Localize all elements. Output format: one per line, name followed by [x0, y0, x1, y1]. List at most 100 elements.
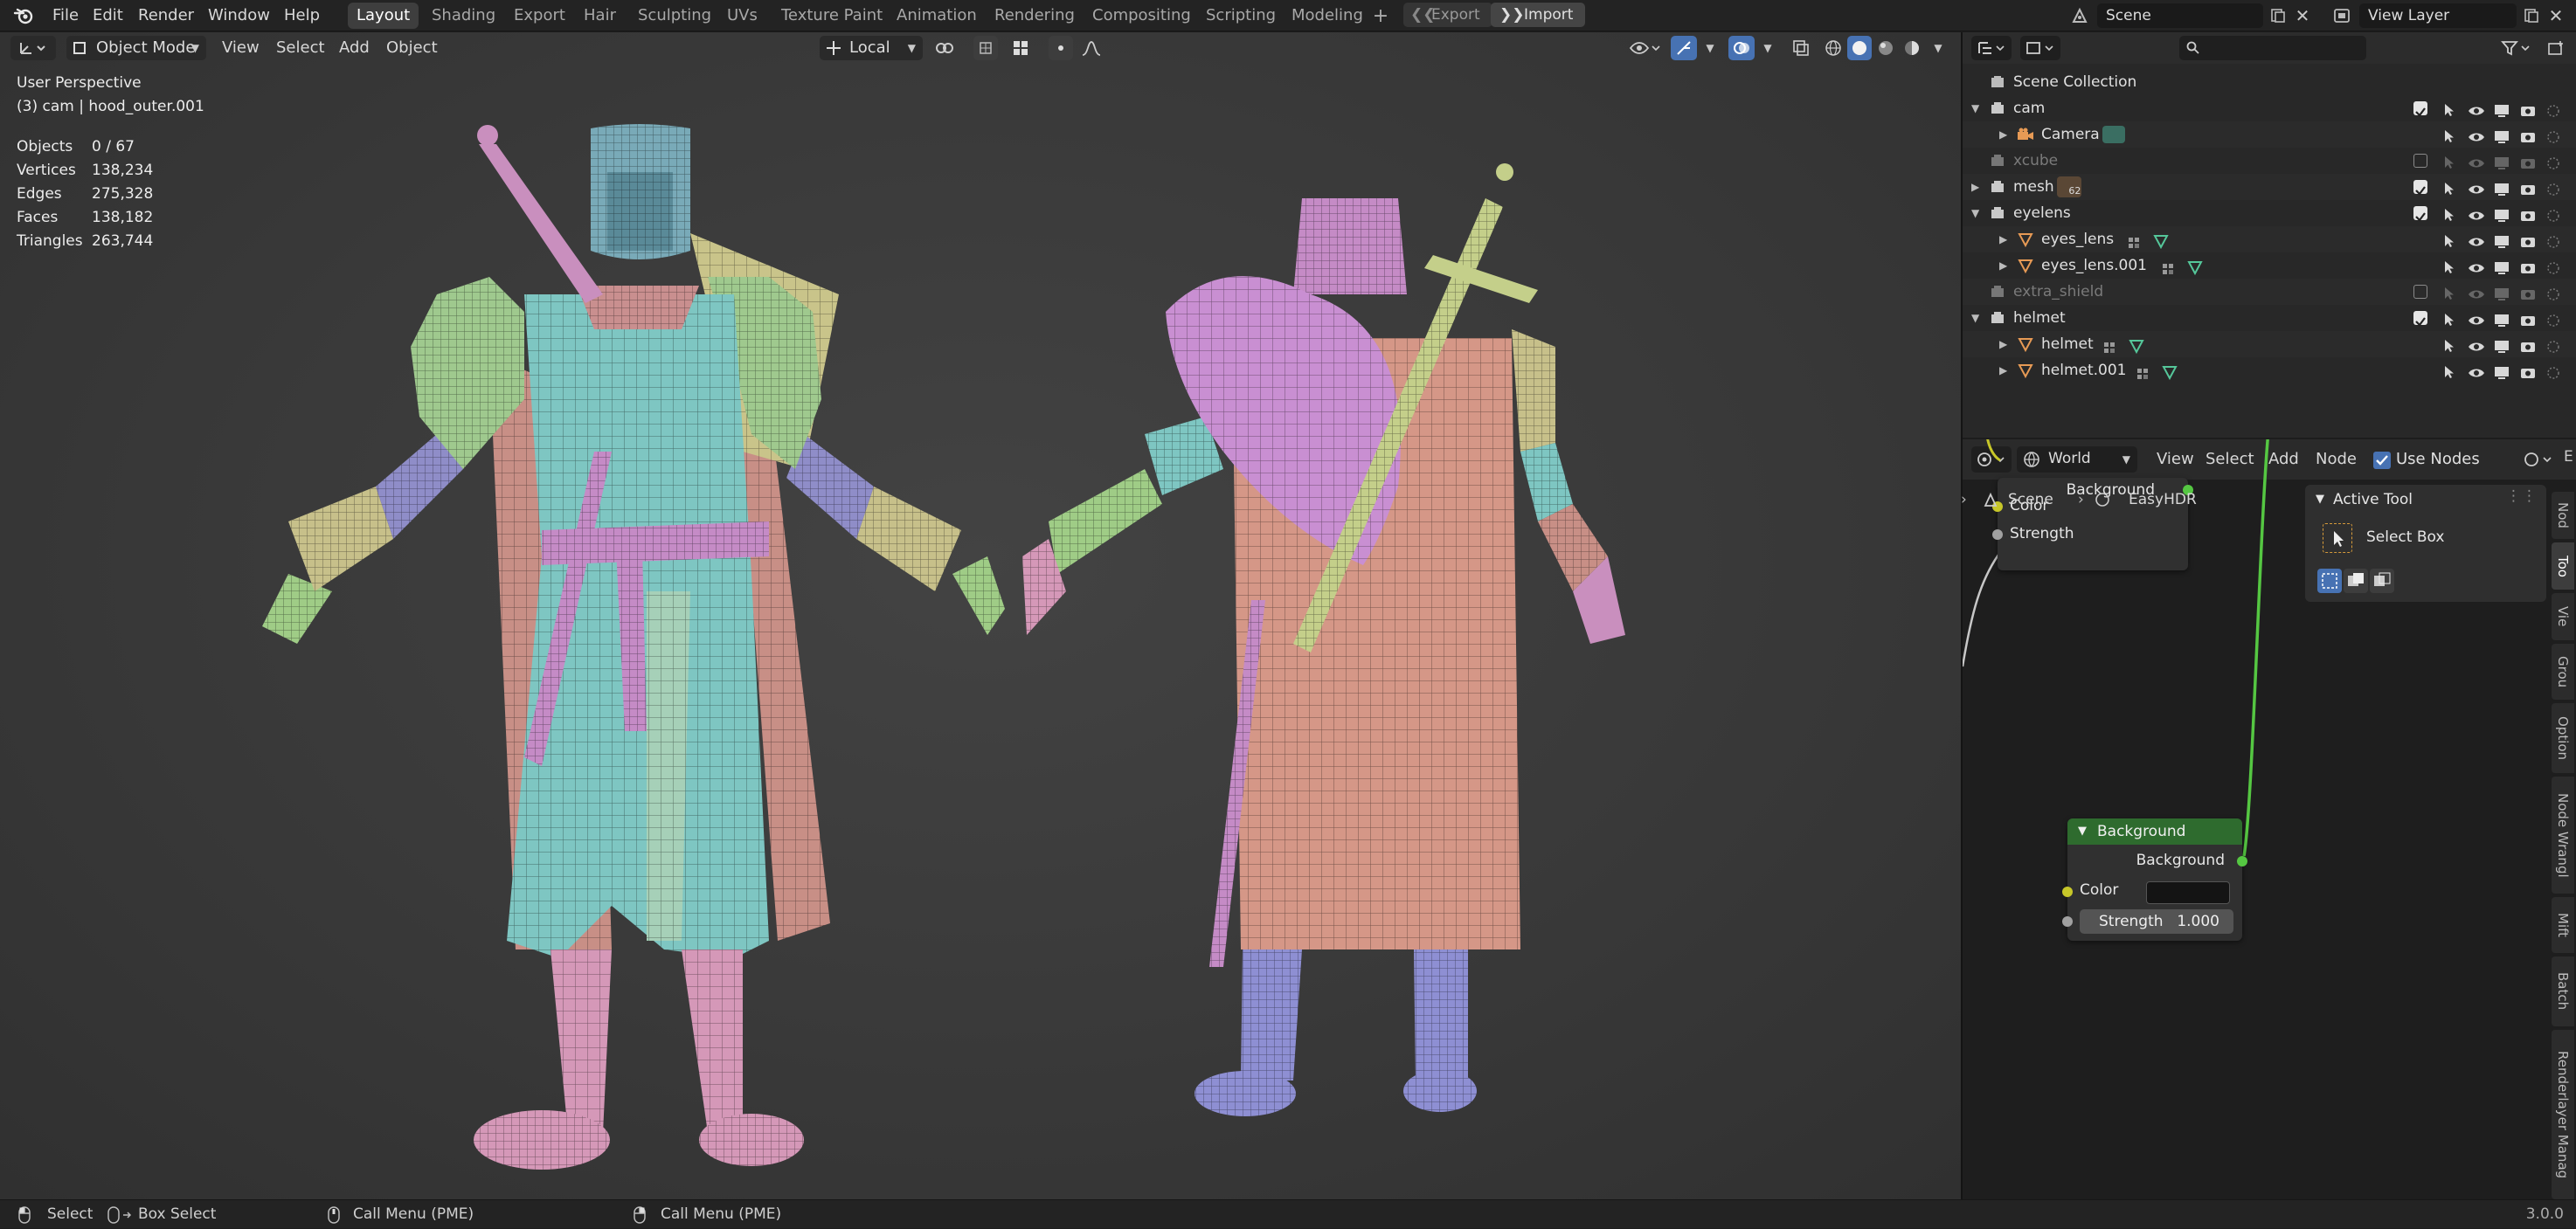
render-camera-icon[interactable]: [2520, 310, 2539, 326]
selectable-arrow-icon[interactable]: [2441, 127, 2461, 142]
holdout-icon[interactable]: [2546, 284, 2566, 300]
display-mode-icon[interactable]: [2020, 36, 2060, 60]
outliner-row[interactable]: ▶ helmet.001: [1963, 357, 2576, 383]
eye-icon[interactable]: [2468, 231, 2487, 247]
menu-render[interactable]: Render: [131, 0, 201, 31]
expand-chevron-down-icon[interactable]: ▼: [1971, 305, 1979, 331]
tab-rendering[interactable]: Rendering: [986, 3, 1084, 29]
holdout-icon[interactable]: [2546, 127, 2566, 143]
selectable-arrow-icon[interactable]: [2441, 362, 2461, 378]
node-header[interactable]: ▼ Background: [2067, 818, 2242, 845]
outliner-item-label[interactable]: eyelens: [2013, 200, 2071, 226]
modifier-icon[interactable]: [2102, 337, 2118, 353]
monitor-icon[interactable]: [2494, 205, 2513, 222]
select-mode-subtract-icon[interactable]: [2370, 569, 2394, 593]
eye-icon[interactable]: [2468, 284, 2487, 300]
eye-icon[interactable]: [2468, 153, 2487, 169]
tab-tool[interactable]: Too: [2552, 542, 2574, 590]
expand-chevron-right-icon[interactable]: ▶: [1999, 331, 2007, 357]
select-box-icon[interactable]: [2323, 523, 2352, 553]
outliner-item-label[interactable]: eyes_lens: [2041, 226, 2114, 252]
tab-shading[interactable]: Shading: [423, 3, 504, 29]
holdout-icon[interactable]: [2546, 336, 2566, 353]
exclude-checkbox[interactable]: [2413, 285, 2427, 299]
monitor-icon[interactable]: [2494, 179, 2513, 196]
selectable-arrow-icon[interactable]: [2441, 258, 2461, 273]
tab-node-wrangler[interactable]: Node Wrangl: [2552, 777, 2574, 894]
scene-icon[interactable]: [2064, 3, 2095, 29]
outliner-item-label[interactable]: helmet: [2041, 331, 2094, 357]
eye-icon[interactable]: [2468, 336, 2487, 352]
outliner-row[interactable]: ▶ eyes_lens: [1963, 226, 2576, 252]
new-scene-icon[interactable]: [2267, 3, 2289, 28]
tab-export[interactable]: Export: [505, 3, 574, 29]
outliner-row[interactable]: ▶ eyes_lens.001: [1963, 252, 2576, 279]
breadcrumb-world[interactable]: EasyHDR: [2129, 488, 2197, 511]
modifier-icon[interactable]: [2127, 232, 2143, 248]
monitor-icon[interactable]: [2494, 153, 2513, 169]
holdout-icon[interactable]: [2546, 179, 2566, 196]
holdout-icon[interactable]: [2546, 100, 2566, 117]
tab-group[interactable]: Grou: [2552, 644, 2574, 700]
eye-icon[interactable]: [2468, 310, 2487, 326]
color-swatch[interactable]: [2146, 881, 2230, 904]
exclude-checkbox[interactable]: [2413, 101, 2427, 117]
holdout-icon[interactable]: [2546, 231, 2566, 248]
monitor-icon[interactable]: [2494, 127, 2513, 143]
outliner-item-label[interactable]: eyes_lens.001: [2041, 252, 2147, 279]
mesh-data-icon[interactable]: [2187, 258, 2203, 276]
monitor-icon[interactable]: [2494, 310, 2513, 327]
holdout-icon[interactable]: [2546, 205, 2566, 222]
outliner-item-label[interactable]: helmet: [2013, 305, 2066, 331]
new-collection-icon[interactable]: [2543, 36, 2569, 60]
3d-viewport[interactable]: Object Mode ▼ View Select Add Object Loc…: [0, 32, 1961, 1199]
selectable-arrow-icon[interactable]: [2441, 179, 2461, 195]
outliner-item-label[interactable]: cam: [2013, 95, 2045, 121]
export-button[interactable]: ❮❮ Export: [1403, 3, 1492, 27]
eye-icon[interactable]: [2468, 127, 2487, 142]
output-socket[interactable]: [2237, 856, 2247, 867]
mesh-data-icon[interactable]: [2128, 336, 2144, 355]
expand-chevron-right-icon[interactable]: ▶: [1999, 226, 2007, 252]
select-mode-set-icon[interactable]: [2317, 569, 2342, 593]
holdout-icon[interactable]: [2546, 153, 2566, 169]
expand-chevron-right-icon[interactable]: ▶: [1999, 252, 2007, 279]
outliner-editor-type-icon[interactable]: [1971, 36, 2012, 60]
knight-models-render[interactable]: [0, 32, 1961, 1199]
front-knight[interactable]: [262, 124, 1005, 1170]
tab-texture-paint[interactable]: Texture Paint: [772, 3, 891, 29]
selectable-arrow-icon[interactable]: [2441, 153, 2461, 169]
new-view-layer-icon[interactable]: [2520, 3, 2543, 28]
selectable-arrow-icon[interactable]: [2441, 336, 2461, 352]
selectable-arrow-icon[interactable]: [2441, 231, 2461, 247]
expand-chevron-right-icon[interactable]: ▶: [1971, 174, 1979, 200]
monitor-icon[interactable]: [2494, 284, 2513, 300]
render-camera-icon[interactable]: [2520, 179, 2539, 195]
render-camera-icon[interactable]: [2520, 100, 2539, 116]
color-socket[interactable]: [2062, 887, 2073, 897]
render-camera-icon[interactable]: [2520, 205, 2539, 221]
expand-chevron-right-icon[interactable]: ▶: [1999, 357, 2007, 383]
selectable-arrow-icon[interactable]: [2441, 284, 2461, 300]
add-workspace-icon[interactable]: +: [1370, 3, 1391, 29]
back-knight[interactable]: [1022, 163, 1625, 1116]
outliner-row[interactable]: ▼ helmet: [1963, 305, 2576, 331]
outliner-row[interactable]: ▼ eyelens: [1963, 200, 2576, 226]
menu-window[interactable]: Window: [201, 0, 277, 31]
shader-node-editor[interactable]: World ▼ View Select Add Node Use Nodes E…: [1961, 439, 2576, 1199]
outliner-item-label[interactable]: Camera: [2041, 121, 2100, 148]
camera-data-icon[interactable]: [2102, 126, 2125, 143]
tab-uvs[interactable]: UVs: [718, 3, 766, 29]
tab-batch[interactable]: Batch: [2552, 956, 2574, 1026]
expand-chevron-right-icon[interactable]: ▶: [1999, 121, 2007, 148]
monitor-icon[interactable]: [2494, 336, 2513, 353]
outliner-row[interactable]: ▶ mesh 62: [1963, 174, 2576, 200]
outliner-search-input[interactable]: [2179, 36, 2366, 60]
collapse-chevron-icon[interactable]: ▼: [2078, 818, 2087, 845]
tab-mift[interactable]: Mift: [2552, 897, 2574, 953]
active-tool-header[interactable]: ▼ Active Tool ⋮⋮: [2305, 485, 2546, 514]
eye-icon[interactable]: [2468, 258, 2487, 273]
outliner-item-label[interactable]: mesh: [2013, 174, 2054, 200]
holdout-icon[interactable]: [2546, 310, 2566, 327]
menu-edit[interactable]: Edit: [86, 0, 130, 31]
